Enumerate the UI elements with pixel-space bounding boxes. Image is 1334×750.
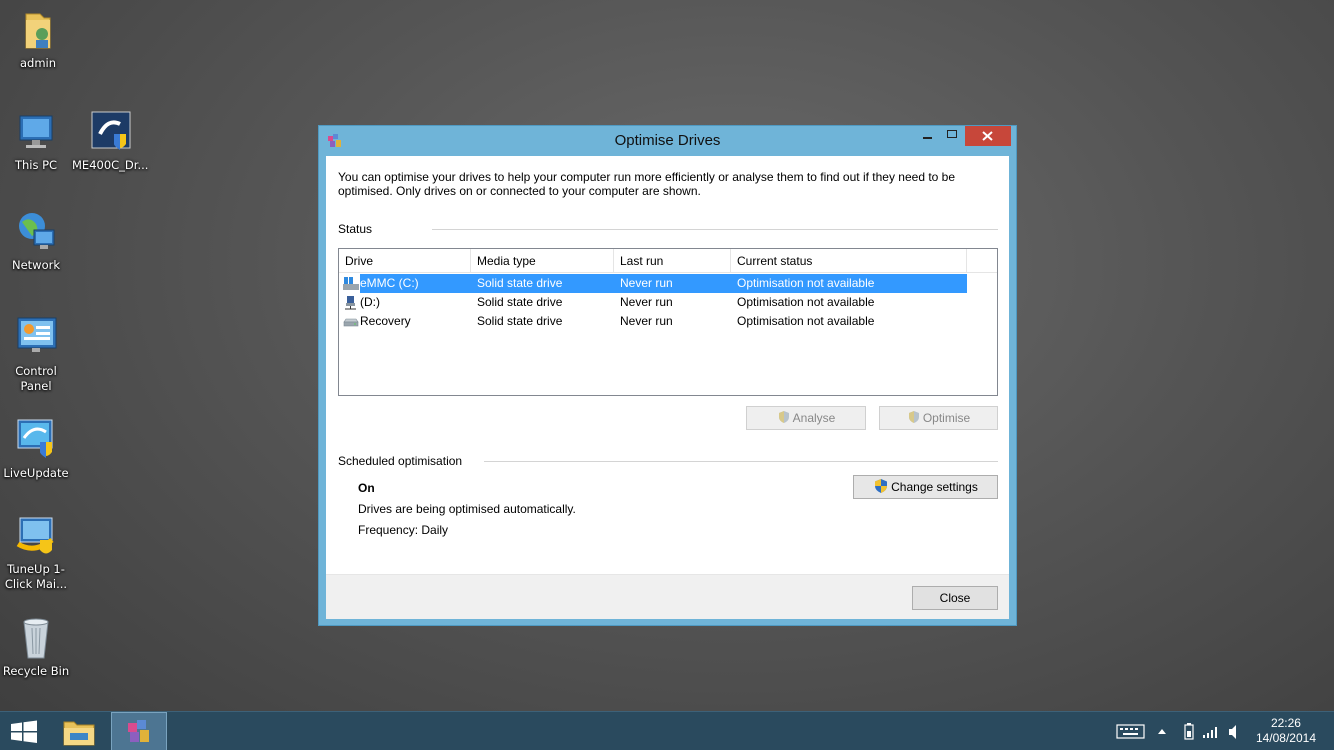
chevron-up-icon [1158, 729, 1166, 734]
desktop-icon-this-pc[interactable]: This PC [0, 110, 74, 173]
start-button[interactable] [0, 712, 56, 750]
network-drive-icon [343, 295, 359, 310]
optimise-drives-window: Optimise Drives You can optimise your dr… [318, 125, 1017, 626]
drive-name: (D:) [360, 295, 380, 309]
network-signal-button[interactable] [1200, 712, 1222, 750]
defrag-app-icon [128, 720, 149, 742]
volume-button[interactable] [1224, 712, 1242, 750]
hard-drive-icon [343, 314, 359, 329]
status-divider [432, 229, 998, 230]
windows-logo-icon [11, 720, 37, 743]
desktop-icon-me400c[interactable]: ME400C_Dr... [72, 110, 148, 173]
title-bar[interactable]: Optimise Drives [319, 126, 1016, 156]
clock-time: 22:26 [1270, 716, 1301, 730]
desktop-icon-admin[interactable]: admin [0, 8, 76, 71]
maximize-icon [947, 130, 957, 138]
shortcut-shield-icon [88, 110, 132, 154]
uac-shield-icon [873, 478, 889, 497]
desktop-icon-label: ME400C_Dr... [72, 158, 149, 172]
drive-media-type: Solid state drive [477, 276, 563, 290]
uac-shield-icon [777, 410, 791, 427]
tuneup-icon [14, 514, 58, 558]
change-settings-button[interactable]: Change settings [853, 475, 998, 499]
desktop-icon-label: admin [19, 56, 57, 70]
desktop-icon-liveupdate[interactable]: LiveUpdate [0, 418, 74, 481]
dialog-footer: Close [326, 574, 1009, 619]
battery-icon [1184, 723, 1194, 740]
speaker-icon [1229, 725, 1236, 739]
analyse-label: Analyse [792, 411, 836, 425]
file-explorer-taskbar-button[interactable] [52, 712, 108, 750]
show-hidden-icons-button[interactable] [1154, 712, 1170, 750]
desktop-icon-tuneup[interactable]: TuneUp 1-Click Mai... [0, 514, 74, 592]
close-button[interactable]: Close [912, 586, 998, 610]
windows-drive-icon [343, 276, 359, 291]
drive-status: Optimisation not available [737, 295, 875, 309]
window-title: Optimise Drives [614, 132, 721, 149]
desktop-icon-label: Network [11, 258, 61, 272]
schedule-state: On [358, 481, 375, 495]
keyboard-icon [1116, 724, 1145, 739]
drives-list[interactable]: Drive Media type Last run Current status… [338, 248, 998, 396]
minimize-button[interactable] [917, 126, 939, 146]
signal-bars-icon [1203, 727, 1217, 738]
drive-media-type: Solid state drive [477, 295, 563, 309]
optimise-label: Optimise [922, 411, 971, 425]
drive-name: Recovery [360, 314, 411, 328]
drive-row[interactable]: Recovery Solid state drive Never run Opt… [339, 312, 967, 331]
close-window-button[interactable] [965, 126, 1011, 146]
optimise-drives-taskbar-button[interactable] [111, 712, 167, 750]
drive-last-run: Never run [620, 276, 673, 290]
uac-shield-icon [907, 410, 921, 427]
list-header: Drive Media type Last run Current status [339, 249, 997, 273]
battery-button[interactable] [1180, 712, 1198, 750]
desktop-icon-label: LiveUpdate [3, 466, 69, 480]
folder-icon [63, 721, 95, 746]
drive-last-run: Never run [620, 295, 673, 309]
analyse-button[interactable]: Analyse [746, 406, 866, 430]
drive-status: Optimisation not available [737, 314, 875, 328]
desktop-icon-network[interactable]: Network [0, 210, 74, 273]
maximize-button[interactable] [941, 126, 963, 146]
drive-media-type: Solid state drive [477, 314, 563, 328]
taskbar: 22:26 14/08/2014 [0, 711, 1334, 750]
schedule-description: Drives are being optimised automatically… [358, 502, 576, 516]
computer-icon [14, 110, 58, 154]
minimize-icon [923, 137, 932, 139]
status-section-label: Status [338, 222, 373, 236]
desktop-icon-recycle-bin[interactable]: Recycle Bin [0, 616, 74, 679]
drive-row[interactable]: (D:) Solid state drive Never run Optimis… [339, 293, 967, 312]
liveupdate-icon [14, 418, 58, 462]
drive-last-run: Never run [620, 314, 673, 328]
window-content: You can optimise your drives to help you… [326, 156, 1009, 619]
schedule-frequency: Frequency: Daily [358, 523, 449, 537]
drive-name: eMMC (C:) [360, 276, 419, 290]
desktop-icon-label: This PC [14, 158, 58, 172]
recycle-bin-icon [14, 616, 58, 660]
user-folder-icon [16, 8, 60, 52]
column-header-media-type[interactable]: Media type [471, 249, 614, 273]
drive-row[interactable]: eMMC (C:) Solid state drive Never run Op… [339, 274, 967, 293]
column-header-last-run[interactable]: Last run [614, 249, 731, 273]
desktop-icon-control-panel[interactable]: Control Panel [0, 316, 74, 394]
clock-date: 14/08/2014 [1255, 731, 1316, 745]
taskbar-clock[interactable]: 22:26 14/08/2014 [1256, 716, 1316, 746]
column-header-current-status[interactable]: Current status [731, 249, 967, 273]
drive-status: Optimisation not available [737, 276, 875, 290]
desktop-icon-label: Control Panel [15, 364, 57, 393]
close-label: Close [939, 591, 971, 605]
scheduled-section-label: Scheduled optimisation [338, 454, 463, 468]
control-panel-icon [14, 316, 58, 360]
desktop-icon-label: Recycle Bin [2, 664, 70, 678]
touch-keyboard-button[interactable] [1114, 712, 1148, 750]
scheduled-divider [484, 461, 998, 462]
desktop-icon-label: TuneUp 1-Click Mai... [4, 562, 68, 591]
close-icon [982, 131, 993, 141]
column-header-drive[interactable]: Drive [339, 249, 471, 273]
network-globe-icon [14, 210, 58, 254]
intro-text: You can optimise your drives to help you… [338, 170, 956, 198]
change-settings-label: Change settings [891, 480, 978, 494]
optimise-button[interactable]: Optimise [879, 406, 998, 430]
